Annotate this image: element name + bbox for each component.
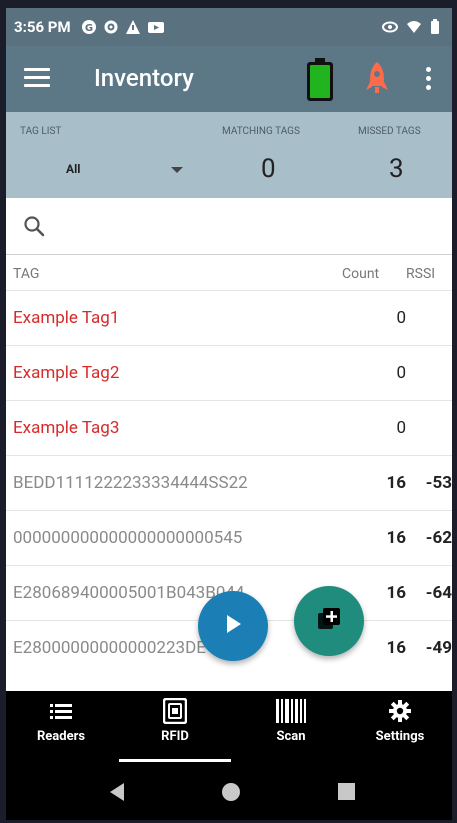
tag-count: 16 xyxy=(386,473,406,493)
tag-count: 16 xyxy=(386,528,406,548)
nav-item-scan[interactable]: Scan xyxy=(246,697,336,744)
column-header-rssi: RSSI xyxy=(406,266,436,282)
back-icon[interactable] xyxy=(110,783,124,801)
nav-label: RFID xyxy=(161,729,189,744)
missed-tags-label: MISSED TAGS xyxy=(358,126,421,137)
menu-icon[interactable] xyxy=(24,68,50,92)
tag-rssi: -64 xyxy=(425,583,452,603)
missed-tags-value: 3 xyxy=(389,154,404,184)
add-to-list-icon xyxy=(316,606,342,636)
tag-id: Example Tag1 xyxy=(13,308,120,328)
tag-id: 000000000000000000000545 xyxy=(13,528,243,548)
table-row[interactable]: Example Tag1 0 xyxy=(6,290,452,345)
tag-count: 16 xyxy=(386,583,406,603)
home-icon[interactable] xyxy=(222,783,240,801)
tag-count: 16 xyxy=(386,638,406,658)
overflow-menu-icon[interactable] xyxy=(426,67,432,94)
inventory-summary: TAG LIST All MATCHING TAGS 0 MISSED TAGS… xyxy=(6,112,452,198)
tag-id: Example Tag2 xyxy=(13,363,120,383)
column-header-count: Count xyxy=(342,266,380,282)
nav-label: Settings xyxy=(375,729,425,744)
media-icon xyxy=(147,19,164,35)
tag-count: 0 xyxy=(396,308,406,328)
g-icon: G xyxy=(81,19,97,35)
barcode-icon xyxy=(246,697,336,725)
start-inventory-button[interactable] xyxy=(198,591,268,661)
table-row[interactable]: Example Tag3 0 xyxy=(6,400,452,455)
tag-rssi: -49 xyxy=(425,638,452,658)
svg-text:G: G xyxy=(84,23,92,34)
app-bar: Inventory xyxy=(6,46,452,112)
chevron-down-icon[interactable] xyxy=(171,167,183,173)
settings-icon xyxy=(103,19,119,35)
battery-icon xyxy=(430,19,446,35)
tag-count: 0 xyxy=(396,363,406,383)
search-icon[interactable] xyxy=(22,214,46,238)
matching-tags-label: MATCHING TAGS xyxy=(222,126,300,137)
eye-icon xyxy=(382,19,398,35)
page-title: Inventory xyxy=(94,64,194,92)
selected-tab-indicator xyxy=(119,759,231,762)
tag-count: 0 xyxy=(396,418,406,438)
tag-list-dropdown[interactable]: All xyxy=(66,162,80,176)
table-header: TAG Count RSSI xyxy=(6,260,452,290)
nav-item-readers[interactable]: Readers xyxy=(16,697,106,744)
status-time: 3:56 PM xyxy=(14,18,71,36)
nav-label: Readers xyxy=(36,729,86,744)
matching-tags-value: 0 xyxy=(261,154,276,184)
tag-id: Example Tag3 xyxy=(13,418,120,438)
rocket-icon[interactable] xyxy=(364,60,390,96)
recents-icon[interactable] xyxy=(338,783,355,800)
nav-label: Scan xyxy=(276,729,306,744)
table-row[interactable]: Example Tag2 0 xyxy=(6,345,452,400)
table-row[interactable]: 000000000000000000000545 16 -62 xyxy=(6,510,452,565)
tag-rssi: -62 xyxy=(425,528,452,548)
play-icon xyxy=(222,613,244,639)
tag-id: BEDD1111222233334444SS22 xyxy=(13,473,248,493)
search-bar xyxy=(6,198,452,255)
list-icon xyxy=(16,697,106,725)
wifi-icon xyxy=(406,19,422,35)
tag-list-label: TAG LIST xyxy=(20,126,62,137)
nav-item-settings[interactable]: Settings xyxy=(355,697,445,744)
search-input[interactable] xyxy=(58,210,432,242)
device-screen: 3:56 PM G Inventory TAG LIST All MATCHIN… xyxy=(6,8,452,820)
alert-icon xyxy=(125,19,141,35)
table-row[interactable]: BEDD1111222233334444SS22 16 -53 xyxy=(6,455,452,510)
add-tags-button[interactable] xyxy=(294,586,364,656)
status-bar: 3:56 PM G xyxy=(6,8,452,46)
system-navigation-bar xyxy=(6,764,452,820)
column-header-tag: TAG xyxy=(13,266,40,282)
rfid-icon xyxy=(130,697,220,725)
tag-rssi: -53 xyxy=(425,473,452,493)
nav-item-rfid[interactable]: RFID xyxy=(130,697,220,744)
bottom-navigation: Readers RFID Scan Settings xyxy=(6,691,452,764)
reader-battery-icon[interactable] xyxy=(306,58,334,102)
tag-id: E28000000000000223DE xyxy=(13,638,206,658)
gear-icon xyxy=(355,697,445,725)
